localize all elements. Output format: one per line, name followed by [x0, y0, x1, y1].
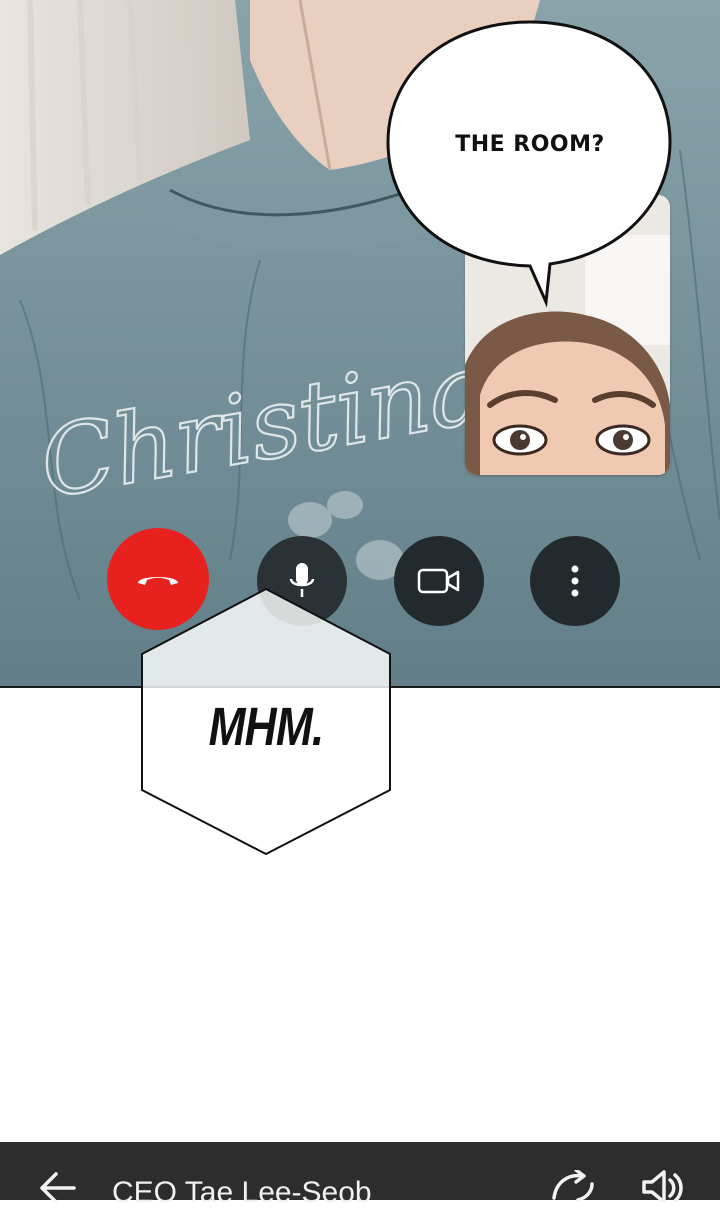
- episode-title: CEO Tae Lee-Seob: [112, 1176, 372, 1209]
- reader-app-bar: CEO Tae Lee-Seob: [0, 1142, 720, 1209]
- arrow-left-icon: [40, 1172, 76, 1204]
- rotate-icon: [552, 1168, 594, 1202]
- back-button[interactable]: [36, 1170, 76, 1207]
- video-camera-icon: [417, 568, 460, 594]
- speech-bubble: [386, 20, 672, 308]
- more-vertical-icon: [571, 565, 579, 597]
- speaker-icon: [642, 1170, 683, 1204]
- rotate-button[interactable]: [548, 1168, 598, 1207]
- video-toggle-button[interactable]: [394, 536, 484, 626]
- more-options-button[interactable]: [530, 536, 620, 626]
- sound-toggle-button[interactable]: [640, 1170, 684, 1207]
- speech-bubble-text: THE ROOM?: [455, 132, 605, 157]
- caption-text: MHM.: [208, 697, 325, 757]
